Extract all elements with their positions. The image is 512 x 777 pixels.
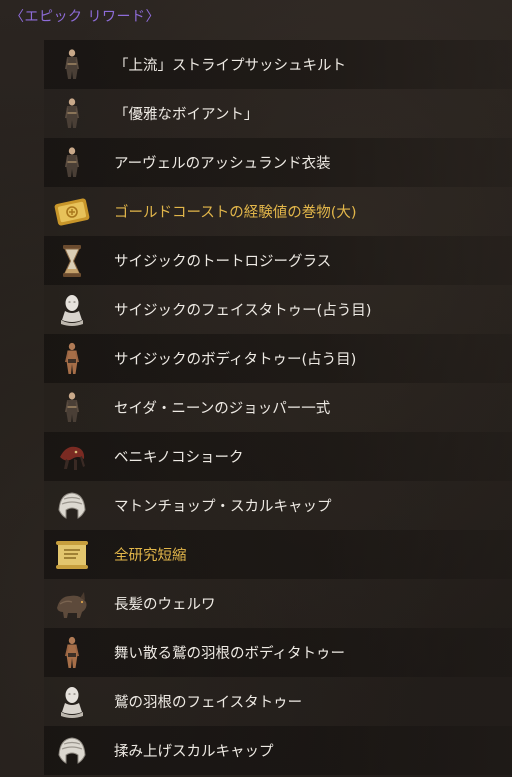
- bust-icon: [52, 682, 92, 722]
- section-title: 〈エピック リワード〉: [10, 9, 160, 25]
- reward-label: ゴールドコーストの経験値の巻物(大): [114, 205, 357, 221]
- body-figure-icon: [52, 633, 92, 673]
- reward-label: マトンチョップ・スカルキャップ: [114, 499, 332, 515]
- reward-row[interactable]: 舞い散る鷲の羽根のボディタトゥー: [44, 628, 512, 677]
- reward-row[interactable]: セイダ・ニーンのジョッパー一式: [44, 383, 512, 432]
- reward-label: 「優雅なボイアント」: [114, 107, 259, 123]
- reward-list: 「上流」ストライプサッシュキルト 「優雅なボイアント」 アーヴェルのアッシュラン…: [44, 40, 512, 775]
- reward-row[interactable]: サイジックのボディタトゥー(占う目): [44, 334, 512, 383]
- reward-label: ベニキノコショーク: [114, 450, 244, 466]
- reward-row[interactable]: アーヴェルのアッシュランド衣装: [44, 138, 512, 187]
- reward-label: 長髪のウェルワ: [114, 597, 216, 613]
- reward-row[interactable]: ベニキノコショーク: [44, 432, 512, 481]
- costume-figure-icon: [52, 94, 92, 134]
- skullcap-icon: [52, 731, 92, 771]
- costume-figure-icon: [52, 388, 92, 428]
- reward-row[interactable]: 鷲の羽根のフェイスタトゥー: [44, 677, 512, 726]
- reward-label: 揉み上げスカルキャップ: [114, 744, 274, 760]
- costume-figure-icon: [52, 143, 92, 183]
- mushroom-creature-icon: [52, 437, 92, 477]
- reward-label: サイジックのトートロジーグラス: [114, 254, 332, 270]
- reward-row[interactable]: 揉み上げスカルキャップ: [44, 726, 512, 775]
- reward-label: 鷲の羽根のフェイスタトゥー: [114, 695, 303, 711]
- reward-row[interactable]: 長髪のウェルワ: [44, 579, 512, 628]
- research-scroll-icon: [52, 535, 92, 575]
- reward-label: 全研究短縮: [114, 548, 187, 564]
- body-figure-icon: [52, 339, 92, 379]
- reward-row[interactable]: 全研究短縮: [44, 530, 512, 579]
- reward-label: 「上流」ストライプサッシュキルト: [114, 58, 346, 74]
- wolf-creature-icon: [52, 584, 92, 624]
- reward-label: アーヴェルのアッシュランド衣装: [114, 156, 331, 172]
- reward-row[interactable]: 「上流」ストライプサッシュキルト: [44, 40, 512, 89]
- reward-label: サイジックのフェイスタトゥー(占う目): [114, 303, 372, 319]
- reward-row[interactable]: サイジックのトートロジーグラス: [44, 236, 512, 285]
- hourglass-icon: [52, 241, 92, 281]
- skullcap-icon: [52, 486, 92, 526]
- epic-rewards-panel: 〈エピック リワード〉 「上流」ストライプサッシュキルト 「優雅なボイアント」 …: [0, 0, 512, 777]
- costume-figure-icon: [52, 45, 92, 85]
- reward-row[interactable]: 「優雅なボイアント」: [44, 89, 512, 138]
- gold-scroll-icon: [52, 192, 92, 232]
- reward-label: セイダ・ニーンのジョッパー一式: [114, 401, 331, 417]
- reward-label: 舞い散る鷲の羽根のボディタトゥー: [114, 646, 345, 662]
- reward-label: サイジックのボディタトゥー(占う目): [114, 352, 357, 368]
- reward-row[interactable]: サイジックのフェイスタトゥー(占う目): [44, 285, 512, 334]
- reward-row[interactable]: ゴールドコーストの経験値の巻物(大): [44, 187, 512, 236]
- bust-icon: [52, 290, 92, 330]
- reward-row[interactable]: マトンチョップ・スカルキャップ: [44, 481, 512, 530]
